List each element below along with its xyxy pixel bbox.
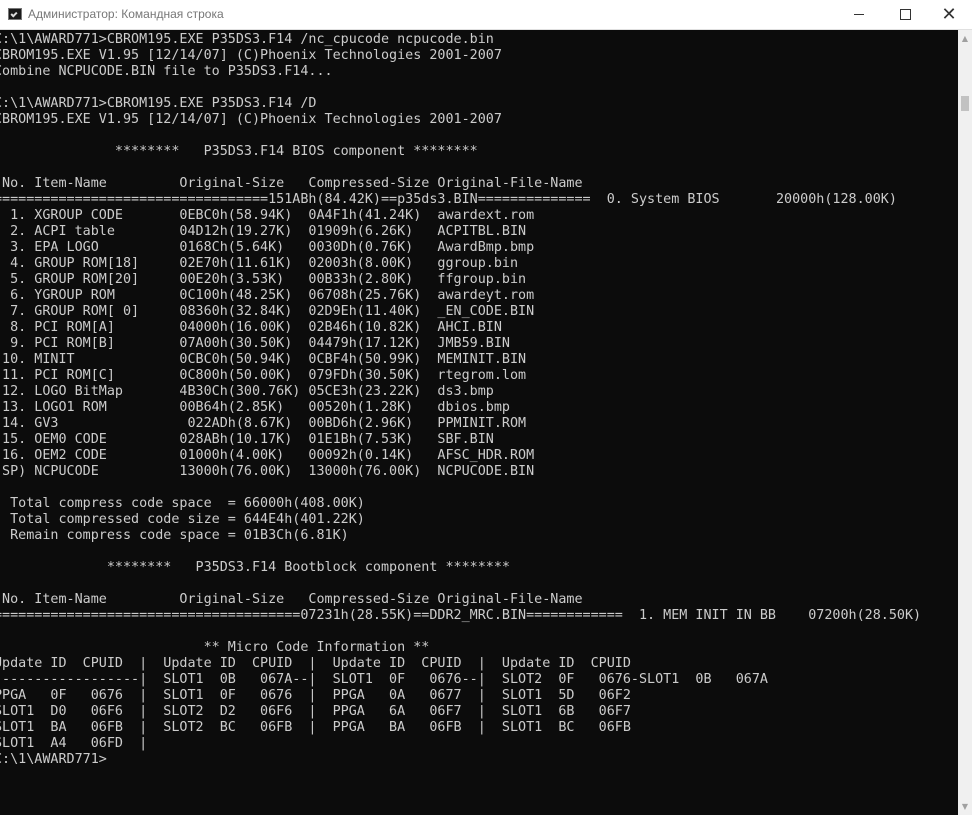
console-line: (SP) NCPUCODE 13000h(76.00K) 13000h(76.0… xyxy=(0,464,535,479)
minimize-button[interactable] xyxy=(836,0,882,29)
scroll-down-arrow-icon[interactable]: ▼ xyxy=(958,798,972,815)
console-line: PPGA 0F 0676 | SLOT1 0F 0676 | PPGA 0A 0… xyxy=(0,688,631,703)
console-line: 11. PCI ROM[C] 0C800h(50.00K) 079FDh(30.… xyxy=(0,368,527,383)
console-line: 12. LOGO BitMap 4B30Ch(300.76K) 05CE3h(2… xyxy=(0,384,494,399)
console-line: ======================================07… xyxy=(0,608,922,623)
window-title: Администратор: Командная строка xyxy=(28,7,224,21)
console-line: 5. GROUP ROM[20] 00E20h(3.53K) 00B33h(2.… xyxy=(0,272,527,287)
console-prompt: C:\1\AWARD771> xyxy=(0,752,107,767)
maximize-icon xyxy=(899,9,911,20)
cmd-icon xyxy=(8,8,22,20)
console-line: No. Item-Name Original-Size Compressed-S… xyxy=(0,176,583,191)
console-line: C:\1\AWARD771>CBROM195.EXE P35DS3.F14 /D xyxy=(0,96,317,111)
close-button[interactable]: ✕ xyxy=(926,0,972,29)
minimize-icon xyxy=(854,14,864,15)
console-line: ******** P35DS3.F14 BIOS component *****… xyxy=(0,144,478,159)
console-text: C:\1\AWARD771>CBROM195.EXE P35DS3.F14 /n… xyxy=(0,32,921,768)
console-line: ------------------| SLOT1 0B 067A--| SLO… xyxy=(0,672,768,687)
console-line: C:\1\AWARD771>CBROM195.EXE P35DS3.F14 /n… xyxy=(0,32,494,47)
console-line: 7. GROUP ROM[ 0] 08360h(32.84K) 02D9Eh(1… xyxy=(0,304,535,319)
console-line: Total compressed code size = 644E4h(401.… xyxy=(0,512,365,527)
maximize-button[interactable] xyxy=(882,0,928,29)
console-line: 6. YGROUP ROM 0C100h(48.25K) 06708h(25.7… xyxy=(0,288,535,303)
console-line: ==================================151ABh… xyxy=(0,192,897,207)
console-line: 8. PCI ROM[A] 04000h(16.00K) 02B46h(10.8… xyxy=(0,320,502,335)
console-line: CBROM195.EXE V1.95 [12/14/07] (C)Phoenix… xyxy=(0,112,502,127)
scroll-thumb[interactable] xyxy=(961,96,969,111)
console-line: 3. EPA LOGO 0168Ch(5.64K) 0030Dh(0.76K) … xyxy=(0,240,535,255)
console-line: 1. XGROUP CODE 0EBC0h(58.94K) 0A4F1h(41.… xyxy=(0,208,535,223)
console-line: Remain compress code space = 01B3Ch(6.81… xyxy=(0,528,349,543)
console-line: Update ID CPUID | Update ID CPUID | Upda… xyxy=(0,656,631,671)
console-line: SLOT1 D0 06F6 | SLOT2 D2 06F6 | PPGA 6A … xyxy=(0,704,631,719)
console-line: 2. ACPI table 04D12h(19.27K) 01909h(6.26… xyxy=(0,224,527,239)
console-line: No. Item-Name Original-Size Compressed-S… xyxy=(0,592,583,607)
close-icon: ✕ xyxy=(941,3,957,25)
console-line: 9. PCI ROM[B] 07A00h(30.50K) 04479h(17.1… xyxy=(0,336,510,351)
console-line: 4. GROUP ROM[18] 02E70h(11.61K) 02003h(8… xyxy=(0,256,519,271)
console-line: 16. OEM2 CODE 01000h(4.00K) 00092h(0.14K… xyxy=(0,448,535,463)
scroll-up-arrow-icon[interactable]: ▲ xyxy=(958,30,972,47)
console-line: CBROM195.EXE V1.95 [12/14/07] (C)Phoenix… xyxy=(0,48,502,63)
console-line: 10. MINIT 0CBC0h(50.94K) 0CBF4h(50.99K) … xyxy=(0,352,527,367)
vertical-scrollbar[interactable]: ▲ ▼ xyxy=(958,30,972,815)
console-line: 13. LOGO1 ROM 00B64h(2.85K) 00520h(1.28K… xyxy=(0,400,510,415)
console-line: SLOT1 BA 06FB | SLOT2 BC 06FB | PPGA BA … xyxy=(0,720,631,735)
console-line: 14. GV3 022ADh(8.67K) 00BD6h(2.96K) PPMI… xyxy=(0,416,527,431)
console-line: ******** P35DS3.F14 Bootblock component … xyxy=(0,560,510,575)
title-bar: Администратор: Командная строка ✕ xyxy=(0,0,972,30)
console-line: Combine NCPUCODE.BIN file to P35DS3.F14.… xyxy=(0,64,333,79)
console-line: ** Micro Code Information ** xyxy=(0,640,430,655)
console-line: SLOT1 A4 06FD | xyxy=(0,736,148,751)
console-line: Total compress code space = 66000h(408.0… xyxy=(0,496,365,511)
console-output[interactable]: C:\1\AWARD771>CBROM195.EXE P35DS3.F14 /n… xyxy=(0,30,958,815)
console-line: 15. OEM0 CODE 028ABh(10.17K) 01E1Bh(7.53… xyxy=(0,432,494,447)
